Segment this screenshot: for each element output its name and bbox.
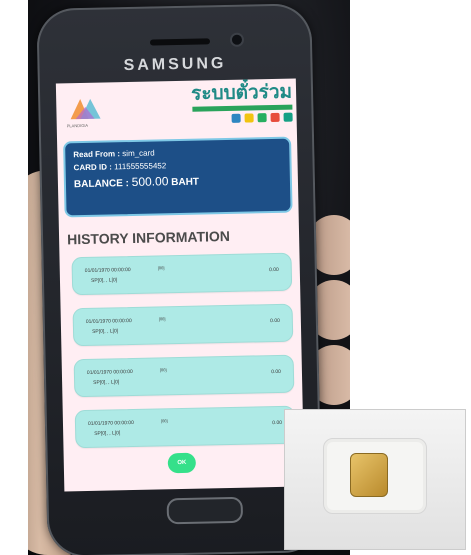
history-date: 01/01/1970 00:00:00 bbox=[84, 267, 131, 274]
history-item[interactable]: 01/01/1970 00:00:00 [00] SP[0], , L[0] 0… bbox=[71, 252, 293, 296]
logo-title: ระบบตั๋วร่วม bbox=[190, 81, 293, 105]
history-detail: SP[0], , L[0] bbox=[91, 328, 119, 335]
history-code: [00] bbox=[159, 367, 167, 373]
car-icon bbox=[283, 112, 293, 122]
card-info-panel: Read From : sim_card CARD ID : 111555555… bbox=[63, 136, 293, 218]
bus-icon bbox=[244, 113, 254, 123]
history-amount: 0.00 bbox=[272, 419, 283, 427]
sim-card bbox=[323, 438, 427, 514]
logo-caption: PLANDIGIA bbox=[67, 123, 89, 128]
read-from-value: sim_card bbox=[122, 148, 155, 159]
balance-unit: BAHT bbox=[171, 176, 200, 189]
history-title: HISTORY INFORMATION bbox=[66, 227, 231, 248]
train-icon bbox=[231, 113, 241, 123]
card-id-label: CARD ID : bbox=[73, 162, 112, 173]
history-date: 01/01/1970 00:00:00 bbox=[86, 368, 133, 376]
home-button[interactable] bbox=[166, 496, 244, 525]
read-from-row: Read From : sim_card bbox=[73, 146, 281, 159]
history-detail: SP[0], , L[0] bbox=[93, 379, 120, 386]
balance-label: BALANCE : bbox=[73, 178, 130, 191]
read-from-label: Read From : bbox=[73, 149, 121, 160]
balance-value: 500.00 bbox=[131, 174, 169, 189]
earpiece-speaker bbox=[149, 38, 211, 46]
transport-icons bbox=[163, 112, 293, 125]
history-detail: SP[0], , L[0] bbox=[90, 277, 118, 284]
history-item[interactable]: 01/01/1970 00:00:00 [00] SP[0], , L[0] 0… bbox=[72, 303, 294, 347]
balance-row: BALANCE : 500.00 BAHT bbox=[74, 172, 282, 190]
card-id-value: 111555555452 bbox=[113, 161, 167, 172]
card-id-row: CARD ID : 111555555452 bbox=[74, 159, 282, 172]
smartphone: SAMSUNG PLANDIGIA ระบบตั๋วร่วม Read From… bbox=[36, 3, 323, 555]
ok-button[interactable]: OK bbox=[167, 452, 197, 474]
sim-card-photo bbox=[284, 409, 466, 550]
logo-strip bbox=[192, 104, 293, 112]
history-code: [00] bbox=[160, 418, 168, 424]
boat-icon bbox=[257, 113, 267, 123]
phone-brand: SAMSUNG bbox=[123, 54, 227, 75]
history-code: [00] bbox=[158, 316, 166, 322]
history-list: 01/01/1970 00:00:00 [00] SP[0], , L[0] 0… bbox=[59, 252, 303, 449]
app-header: PLANDIGIA ระบบตั๋วร่วม bbox=[56, 79, 297, 138]
history-amount: 0.00 bbox=[269, 266, 279, 274]
history-detail: SP[0], , L[0] bbox=[94, 430, 121, 437]
history-date: 01/01/1970 00:00:00 bbox=[87, 419, 134, 427]
history-date: 01/01/1970 00:00:00 bbox=[85, 318, 132, 325]
tollway-icon bbox=[270, 112, 280, 123]
company-logo-icon: PLANDIGIA bbox=[67, 98, 101, 128]
joint-ticket-logo: ระบบตั๋วร่วม bbox=[162, 81, 293, 125]
history-item[interactable]: 01/01/1970 00:00:00 [00] SP[0], , L[0] 0… bbox=[73, 354, 295, 398]
history-amount: 0.00 bbox=[270, 317, 280, 325]
history-code: [00] bbox=[157, 265, 165, 271]
front-camera-icon bbox=[231, 34, 243, 45]
sim-chip-icon bbox=[350, 453, 388, 497]
history-amount: 0.00 bbox=[271, 368, 281, 376]
app-screen: PLANDIGIA ระบบตั๋วร่วม Read From: sim_c… bbox=[55, 78, 305, 492]
history-item[interactable]: 01/01/1970 00:00:00 [00] SP[0], , L[0] 0… bbox=[74, 405, 296, 449]
